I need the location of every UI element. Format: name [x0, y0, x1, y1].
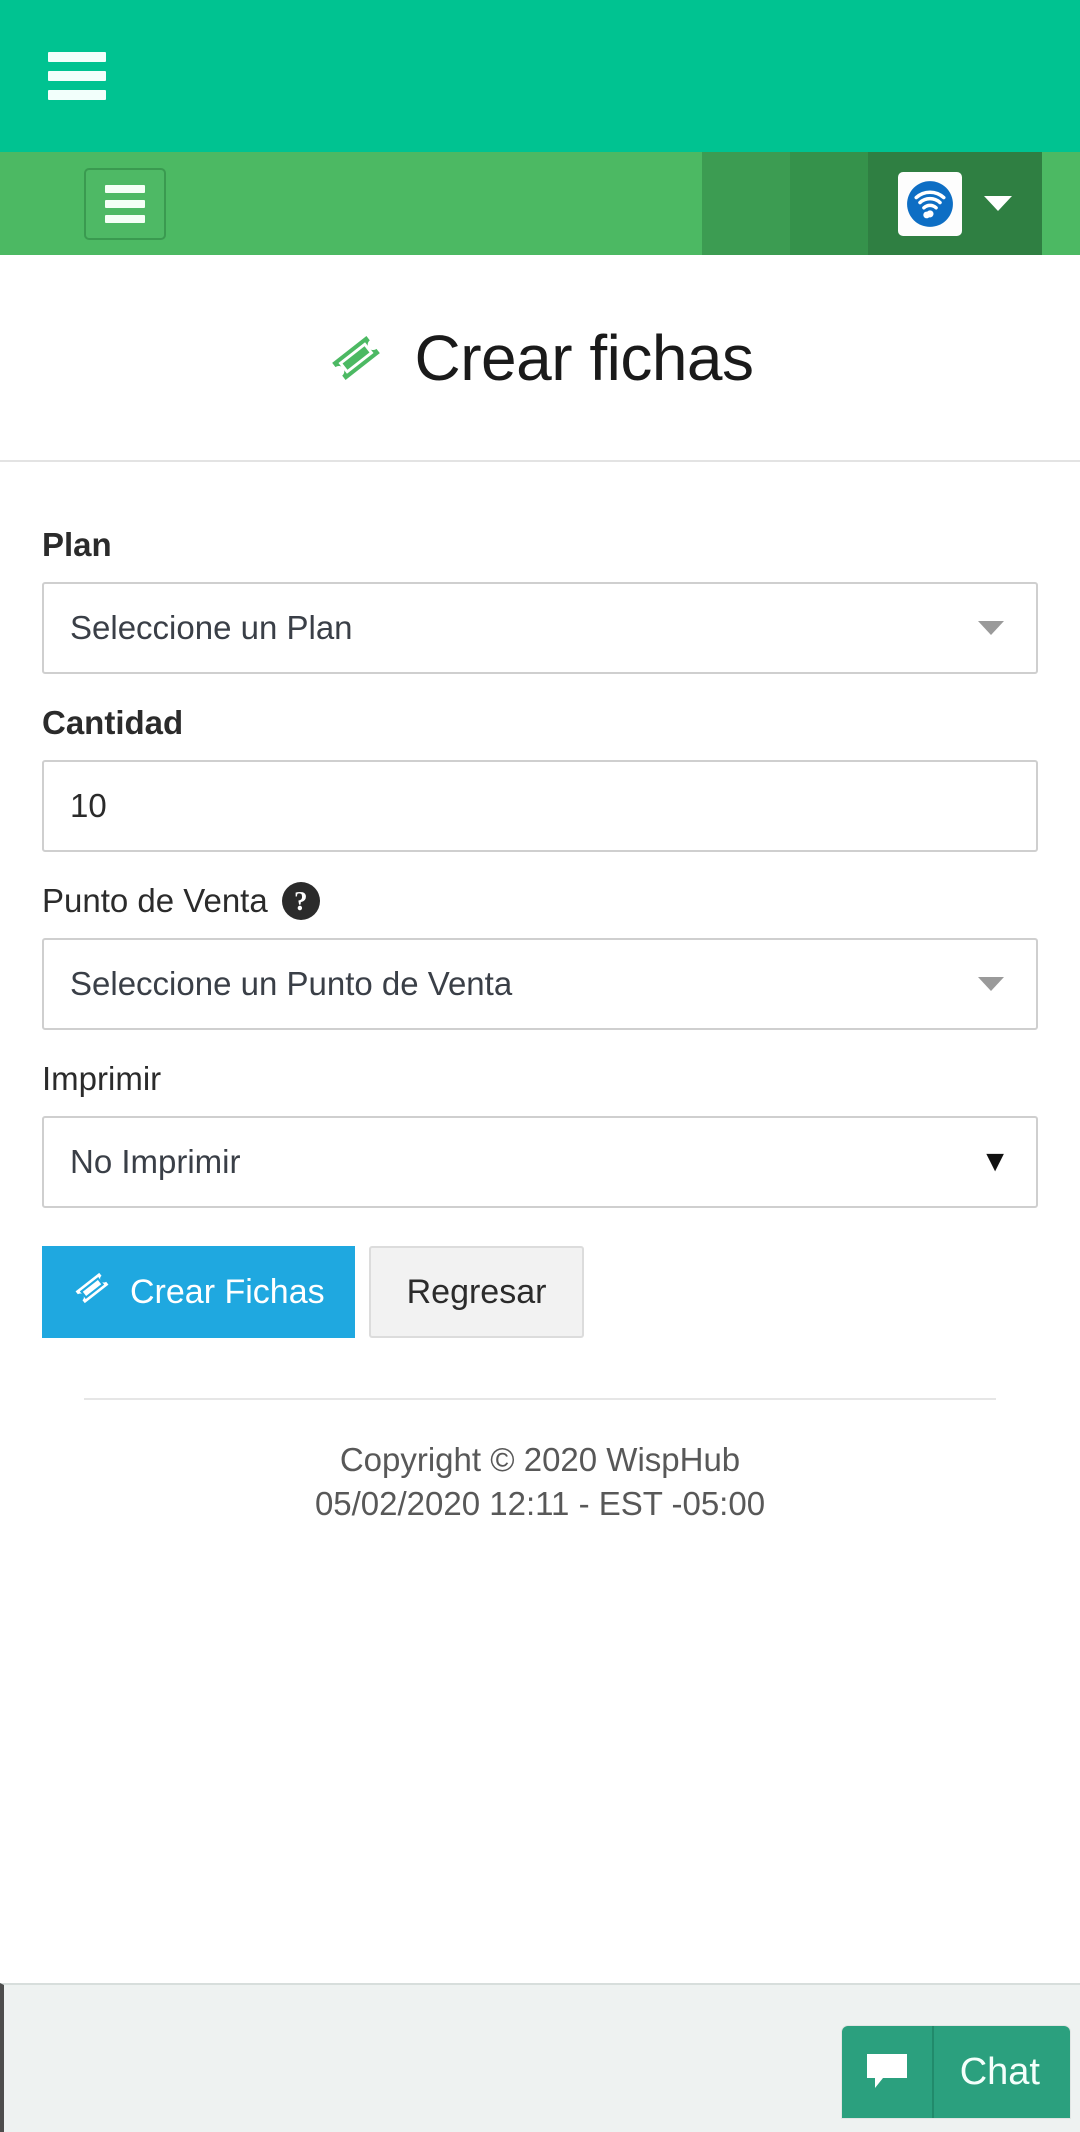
field-plan: Plan Seleccione un Plan	[42, 526, 1038, 674]
burger-line	[48, 71, 106, 81]
select-imprimir-value: No Imprimir	[70, 1143, 241, 1180]
sidebar-toggle-button[interactable]	[84, 167, 166, 240]
label-imprimir: Imprimir	[42, 1060, 162, 1097]
hamburger-menu-icon[interactable]	[48, 52, 106, 100]
help-icon[interactable]: ?	[281, 882, 320, 920]
top-appbar	[0, 0, 1080, 152]
select-imprimir[interactable]: No Imprimir ▼	[42, 1116, 1038, 1208]
input-cantidad-value: 10	[70, 787, 107, 824]
select-plan[interactable]: Seleccione un Plan	[42, 582, 1038, 674]
navbar-segment-end	[1042, 152, 1080, 255]
page-header: Crear fichas	[0, 255, 1080, 462]
ticket-icon	[72, 1268, 112, 1317]
burger-line	[48, 52, 106, 62]
label-cantidad: Cantidad	[42, 704, 184, 741]
create-vouchers-button-label: Crear Fichas	[130, 1272, 325, 1311]
wifi-signal-icon	[898, 171, 962, 236]
burger-line	[48, 90, 106, 100]
select-plan-value: Seleccione un Plan	[70, 609, 353, 646]
caret-down-icon[interactable]	[984, 196, 1012, 211]
chat-widget-label: Chat	[959, 2050, 1040, 2093]
caret-down-icon	[978, 621, 1004, 635]
select-punto-de-venta-value: Seleccione un Punto de Venta	[70, 965, 513, 1002]
burger-line	[105, 199, 145, 208]
label-punto-de-venta: Punto de Venta ?	[42, 882, 1038, 920]
navbar-spacer	[166, 152, 702, 255]
navbar-left	[0, 152, 166, 255]
create-vouchers-button[interactable]: Crear Fichas	[42, 1246, 355, 1338]
select-punto-de-venta[interactable]: Seleccione un Punto de Venta	[42, 938, 1038, 1030]
back-button[interactable]: Regresar	[368, 1246, 585, 1338]
create-vouchers-form: Plan Seleccione un Plan Cantidad 10 Punt…	[0, 462, 1080, 1525]
chat-widget[interactable]: Chat	[841, 2026, 1070, 2118]
navbar	[0, 152, 1080, 255]
bottom-panel: Chat	[0, 1983, 1080, 2132]
footer: Copyright © 2020 WispHub 05/02/2020 12:1…	[84, 1398, 996, 1525]
input-cantidad[interactable]: 10	[42, 760, 1038, 852]
page-title: Crear fichas	[414, 321, 755, 394]
burger-line	[105, 214, 145, 223]
label-plan: Plan	[42, 526, 112, 563]
caret-down-icon	[978, 977, 1004, 991]
ticket-icon	[327, 329, 385, 387]
burger-line	[105, 184, 145, 193]
chat-bubble-icon[interactable]	[842, 2026, 934, 2118]
navbar-segment-a[interactable]	[702, 152, 790, 255]
field-cantidad: Cantidad 10	[42, 704, 1038, 852]
form-actions: Crear Fichas Regresar	[42, 1246, 1038, 1338]
app-screen: Crear fichas Plan Seleccione un Plan Can…	[0, 0, 1080, 2132]
footer-timestamp: 05/02/2020 12:11 - EST -05:00	[314, 1484, 766, 1522]
navbar-segment-b[interactable]	[790, 152, 868, 255]
footer-copyright: Copyright © 2020 WispHub	[339, 1441, 741, 1478]
field-punto-de-venta: Punto de Venta ? Seleccione un Punto de …	[42, 882, 1038, 1030]
caret-down-icon: ▼	[980, 1145, 1010, 1178]
navbar-user-menu[interactable]	[868, 152, 1042, 255]
field-imprimir: Imprimir No Imprimir ▼	[42, 1060, 1038, 1208]
label-punto-de-venta-text: Punto de Venta	[42, 882, 268, 919]
